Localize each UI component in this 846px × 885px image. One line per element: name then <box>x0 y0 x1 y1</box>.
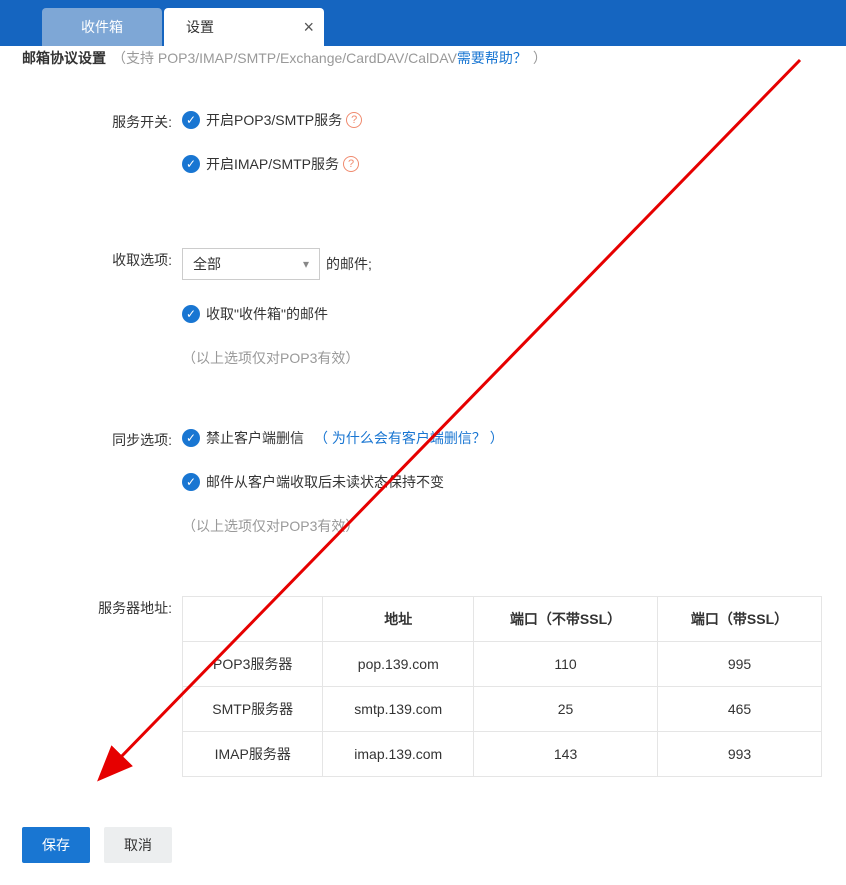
cell-addr: pop.139.com <box>323 642 474 687</box>
server-table: 地址 端口（不带SSL） 端口（带SSL） POP3服务器 pop.139.co… <box>182 596 822 777</box>
sync-unread-option[interactable]: ✓ 邮件从客户端收取后未读状态保持不变 <box>182 472 824 492</box>
chevron-down-icon: ▾ <box>303 257 309 271</box>
tab-inbox-label: 收件箱 <box>81 17 123 37</box>
cell-ssl: 993 <box>658 732 822 777</box>
th-port-nossl: 端口（不带SSL） <box>474 597 658 642</box>
th-empty <box>183 597 323 642</box>
cell-addr: imap.139.com <box>323 732 474 777</box>
check-icon[interactable]: ✓ <box>182 429 200 447</box>
service-pop3-option[interactable]: ✓ 开启POP3/SMTP服务 ? <box>182 110 824 130</box>
cell-name: SMTP服务器 <box>183 687 323 732</box>
page-title: 邮箱协议设置 <box>22 48 106 68</box>
sync-section: 同步选项: ✓ 禁止客户端删信 （ 为什么会有客户端删信？ ） ✓ 邮件从客户端… <box>0 428 846 536</box>
help-icon[interactable]: ? <box>346 112 362 128</box>
th-port-ssl: 端口（带SSL） <box>658 597 822 642</box>
cell-ssl: 465 <box>658 687 822 732</box>
cell-name: POP3服务器 <box>183 642 323 687</box>
cell-addr: smtp.139.com <box>323 687 474 732</box>
receive-after-text: 的邮件; <box>326 254 372 274</box>
receive-inbox-option[interactable]: ✓ 收取"收件箱"的邮件 <box>182 304 824 324</box>
table-header-row: 地址 端口（不带SSL） 端口（带SSL） <box>183 597 822 642</box>
receive-dropdown-row: 全部 ▾ 的邮件; <box>182 248 824 280</box>
cell-port: 25 <box>474 687 658 732</box>
receive-inbox-text: 收取"收件箱"的邮件 <box>206 304 328 324</box>
receive-dropdown[interactable]: 全部 ▾ <box>182 248 320 280</box>
save-button[interactable]: 保存 <box>22 827 90 863</box>
tab-settings-label: 设置 <box>186 17 214 37</box>
service-section: 服务开关: ✓ 开启POP3/SMTP服务 ? ✓ 开启IMAP/SMTP服务 … <box>0 110 846 198</box>
cell-ssl: 995 <box>658 642 822 687</box>
server-label: 服务器地址: <box>22 596 182 618</box>
sync-label: 同步选项: <box>22 428 182 450</box>
cell-name: IMAP服务器 <box>183 732 323 777</box>
sync-delete-help-link[interactable]: （ 为什么会有客户端删信？ ） <box>314 428 504 448</box>
service-label: 服务开关: <box>22 110 182 132</box>
sync-delete-text: 禁止客户端删信 <box>206 428 304 448</box>
close-icon[interactable]: × <box>303 17 314 38</box>
sync-note: （以上选项仅对POP3有效） <box>182 516 824 536</box>
cell-port: 110 <box>474 642 658 687</box>
page-header: 邮箱协议设置 （支持 POP3/IMAP/SMTP/Exchange/CardD… <box>0 46 846 70</box>
dropdown-value: 全部 <box>193 254 221 274</box>
check-icon[interactable]: ✓ <box>182 155 200 173</box>
tab-settings[interactable]: 设置 × <box>164 8 324 46</box>
page-subtitle-end: ） <box>533 48 547 68</box>
server-section: 服务器地址: 地址 端口（不带SSL） 端口（带SSL） POP3服务器 pop… <box>0 596 846 777</box>
table-row: SMTP服务器 smtp.139.com 25 465 <box>183 687 822 732</box>
page-subtitle-grey: （支持 POP3/IMAP/SMTP/Exchange/CardDAV/CalD… <box>112 48 457 68</box>
service-imap-option[interactable]: ✓ 开启IMAP/SMTP服务 ? <box>182 154 824 174</box>
service-pop3-text: 开启POP3/SMTP服务 <box>206 110 342 130</box>
th-address: 地址 <box>323 597 474 642</box>
check-icon[interactable]: ✓ <box>182 111 200 129</box>
tab-inbox[interactable]: 收件箱 <box>42 8 162 46</box>
table-row: IMAP服务器 imap.139.com 143 993 <box>183 732 822 777</box>
receive-label: 收取选项: <box>22 248 182 270</box>
receive-note: （以上选项仅对POP3有效） <box>182 348 824 368</box>
table-row: POP3服务器 pop.139.com 110 995 <box>183 642 822 687</box>
sync-unread-text: 邮件从客户端收取后未读状态保持不变 <box>206 472 444 492</box>
service-imap-text: 开启IMAP/SMTP服务 <box>206 154 339 174</box>
footer: 保存 取消 <box>0 827 846 885</box>
tabs-bar: 收件箱 设置 × <box>0 0 846 46</box>
cell-port: 143 <box>474 732 658 777</box>
help-link[interactable]: 需要帮助？ <box>457 48 527 68</box>
help-icon[interactable]: ? <box>343 156 359 172</box>
receive-section: 收取选项: 全部 ▾ 的邮件; ✓ 收取"收件箱"的邮件 （以上选项仅对POP3… <box>0 248 846 368</box>
check-icon[interactable]: ✓ <box>182 473 200 491</box>
sync-delete-option[interactable]: ✓ 禁止客户端删信 （ 为什么会有客户端删信？ ） <box>182 428 824 448</box>
cancel-button[interactable]: 取消 <box>104 827 172 863</box>
check-icon[interactable]: ✓ <box>182 305 200 323</box>
